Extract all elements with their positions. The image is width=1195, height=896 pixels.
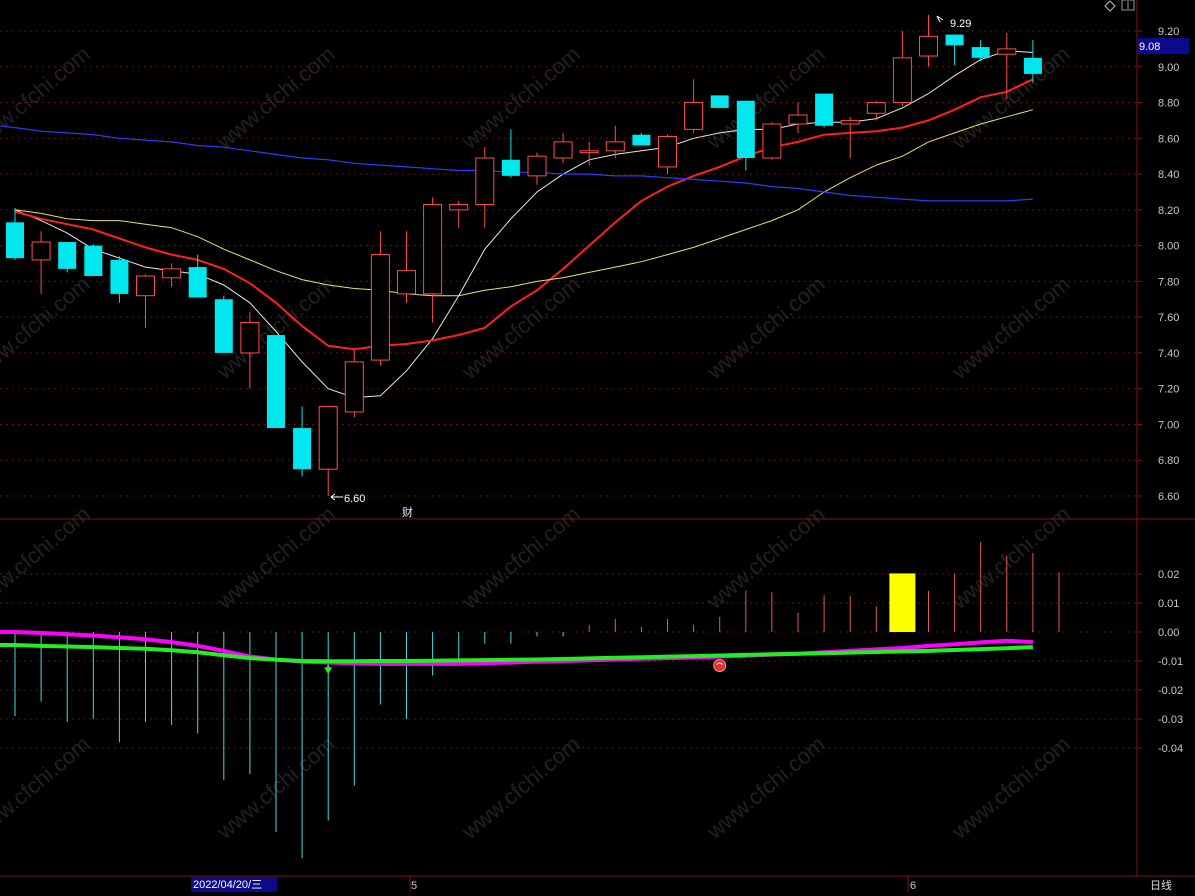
candle-body-up (605, 141, 625, 152)
chart-canvas[interactable]: www.cfchi.com www.cfchi.com www.cfchi.com w… (0, 0, 1195, 896)
candle-body-down (267, 335, 285, 429)
candle-body-down (736, 100, 755, 158)
high-label: 9.29 (950, 18, 971, 30)
candle-body-up (240, 322, 260, 354)
candle-body-up (31, 241, 51, 261)
price-tick-label: 9.20 (1158, 26, 1179, 38)
candle (58, 242, 77, 273)
candle-body-down (945, 34, 964, 46)
candle-body-up (840, 119, 860, 125)
candle-body-down (971, 47, 990, 58)
period-label[interactable]: 日线 (1150, 878, 1172, 892)
indicator-tick-label: 0.02 (1158, 569, 1179, 581)
indicator-tick-label: -0.03 (1158, 714, 1183, 726)
candle-body-up (579, 150, 599, 154)
month-label-june: 6 (910, 880, 916, 892)
indicator-tick-label: -0.04 (1158, 743, 1183, 755)
candle (815, 93, 834, 128)
candle (632, 132, 651, 146)
indicator-tick-label: 0.01 (1158, 598, 1179, 610)
price-tick-label: 8.00 (1158, 241, 1179, 253)
candle-body-up (527, 155, 547, 177)
candle-body-up (162, 268, 182, 279)
finance-marker[interactable]: 财 (402, 505, 413, 519)
candle-body-up (136, 275, 155, 297)
candle-body-up (919, 35, 938, 57)
indicator-tick-label: -0.01 (1158, 656, 1183, 668)
candle-body-up (397, 270, 416, 295)
price-tick-label: 7.20 (1158, 384, 1179, 396)
price-tick-label: 7.80 (1158, 276, 1179, 288)
price-tick-label: 6.60 (1158, 491, 1179, 503)
last-price-label: 9.08 (1139, 41, 1160, 53)
candle-body-up (475, 157, 495, 205)
month-label-may: 5 (411, 880, 417, 892)
price-tick-label: 8.80 (1158, 98, 1179, 110)
candle-body-down (1023, 57, 1042, 74)
indicator-tick-label: 0.00 (1158, 627, 1179, 639)
indicator-tick-label: -0.02 (1158, 685, 1183, 697)
candle-body-down (815, 93, 834, 126)
price-tick-label: 7.40 (1158, 348, 1179, 360)
candle-body-up (658, 136, 677, 168)
candle (84, 243, 103, 277)
candle (267, 335, 285, 429)
price-tick-label: 7.60 (1158, 312, 1179, 324)
candle-body-down (214, 299, 233, 353)
low-label: 6.60 (344, 493, 365, 505)
price-tick-label: 7.00 (1158, 419, 1179, 431)
candle-body-up (449, 203, 469, 211)
candle-body-down (710, 95, 729, 108)
price-tick-label: 8.40 (1158, 169, 1179, 181)
candle-body-up (344, 361, 364, 413)
histogram-highlight-bar (889, 573, 916, 632)
candle (710, 95, 729, 108)
price-tick-label: 9.00 (1158, 62, 1179, 74)
candle-body-down (501, 159, 520, 176)
candle-body-down (110, 259, 129, 294)
candle-body-up (318, 406, 338, 470)
candle-body-up (684, 102, 704, 130)
candle-body-up (762, 123, 782, 159)
candle (214, 295, 233, 353)
price-tick-label: 6.80 (1158, 455, 1179, 467)
candle-body-up (866, 102, 886, 114)
candle-body-up (788, 114, 808, 125)
signal-ball-icon (713, 658, 727, 672)
candle (762, 122, 782, 160)
candle-body-down (632, 134, 651, 146)
candle-body-down (6, 222, 24, 259)
candle-body-up (553, 141, 573, 159)
last-price-tag: 9.08 (1137, 38, 1189, 54)
date-cursor-label: 2022/04/20/三 (193, 879, 262, 891)
candle-body-down (84, 245, 103, 277)
candle-body-up (423, 203, 443, 295)
price-tick-label: 8.60 (1158, 133, 1179, 145)
candle-body-up (892, 57, 912, 104)
candle-body-down (188, 267, 207, 298)
candle-body-up (997, 48, 1017, 55)
price-tick-label: 8.20 (1158, 205, 1179, 217)
candle-body-up (370, 254, 390, 361)
candle-body-down (293, 428, 312, 470)
candle-body-down (58, 242, 77, 269)
